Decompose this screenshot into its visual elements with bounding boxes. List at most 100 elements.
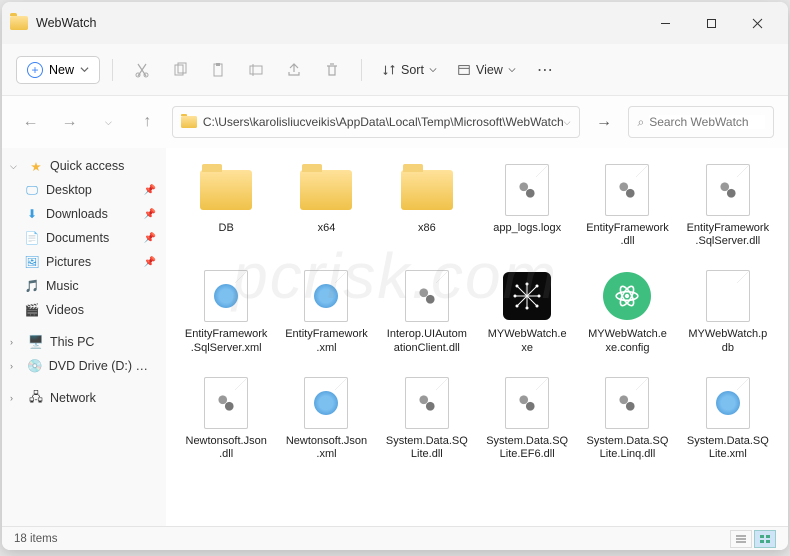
folder-icon: 🎬 [24,302,40,318]
sidebar-item-documents[interactable]: 📄Documents📌 [4,226,164,250]
file-item[interactable]: Newtonsoft.Json.xml [280,371,372,465]
folder-item[interactable]: x64 [280,158,372,252]
file-item[interactable]: EntityFramework.SqlServer.xml [180,264,272,358]
view-icon [457,63,471,77]
cut-button[interactable] [125,53,159,87]
folder-icon [398,162,456,218]
rename-button[interactable] [239,53,273,87]
file-item[interactable]: EntityFramework.SqlServer.dll [682,158,774,252]
folder-icon [181,116,197,128]
folder-item[interactable]: DB [180,158,272,252]
pc-icon: 🖥️ [28,334,44,350]
file-label: MYWebWatch.exe [485,328,569,354]
new-button[interactable]: + New [16,56,100,84]
separator [361,59,362,81]
file-label: Newtonsoft.Json.xml [284,435,368,461]
folder-icon: ⬇ [24,206,40,222]
file-pane[interactable]: DB x64 x86 app_logs.logx EntityFramework.dll… [166,148,788,526]
sidebar-this-pc[interactable]: › 🖥️ This PC [4,330,164,354]
sort-button[interactable]: Sort [374,58,445,82]
network-icon: 🖧 [28,390,44,406]
sidebar-quick-access[interactable]: ⌵ ★ Quick access [4,154,164,178]
file-item[interactable]: EntityFramework.xml [280,264,372,358]
sidebar-item-label: Desktop [46,183,92,197]
back-button[interactable]: ← [16,107,45,137]
file-label: Interop.UIAutomationClient.dll [385,328,469,354]
file-item[interactable]: Newtonsoft.Json.dll [180,371,272,465]
pin-icon: 📌 [144,233,156,244]
titlebar: WebWatch [2,2,788,44]
dvd-label: DVD Drive (D:) CCCC [49,359,156,373]
body: ⌵ ★ Quick access 🖵Desktop📌⬇Downloads📌📄Do… [2,148,788,526]
file-item[interactable]: MYWebWatch.exe.config [581,264,673,358]
paste-button[interactable] [201,53,235,87]
file-label: MYWebWatch.pdb [686,328,770,354]
file-label: System.Data.SQLite.dll [385,435,469,461]
sidebar-item-videos[interactable]: 🎬Videos [4,298,164,322]
gear-icon [398,375,456,431]
share-button[interactable] [277,53,311,87]
file-grid: DB x64 x86 app_logs.logx EntityFramework.dll… [180,158,774,465]
sidebar-item-desktop[interactable]: 🖵Desktop📌 [4,178,164,202]
file-label: System.Data.SQLite.EF6.dll [485,435,569,461]
folder-icon: 📄 [24,230,40,246]
chevron-down-icon[interactable]: ⌵ [94,107,123,137]
file-item[interactable]: Interop.UIAutomationClient.dll [381,264,473,358]
gear-icon [197,375,255,431]
sidebar-network[interactable]: › 🖧 Network [4,386,164,410]
pin-icon: 📌 [144,209,156,220]
copy-button[interactable] [163,53,197,87]
gear-icon [598,162,656,218]
sidebar: ⌵ ★ Quick access 🖵Desktop📌⬇Downloads📌📄Do… [2,148,166,526]
this-pc-label: This PC [50,335,94,349]
gear-icon [699,162,757,218]
sidebar-item-music[interactable]: 🎵Music [4,274,164,298]
folder-item[interactable]: x86 [381,158,473,252]
xml-icon [699,375,757,431]
blank-icon [699,268,757,324]
refresh-button[interactable]: → [590,107,619,137]
new-label: New [49,63,74,77]
folder-icon: 🖼 [24,254,40,270]
chevron-down-icon: ⌵ [10,161,20,172]
sidebar-item-label: Pictures [46,255,91,269]
minimize-button[interactable] [642,7,688,39]
up-button[interactable]: ↑ [133,107,162,137]
file-label: app_logs.logx [493,222,561,235]
file-item[interactable]: MYWebWatch.exe [481,264,573,358]
explorer-window: pcrisk.com WebWatch + New Sort View [2,2,788,550]
sidebar-item-label: Downloads [46,207,108,221]
file-label: MYWebWatch.exe.config [585,328,669,354]
details-view-button[interactable] [730,530,752,548]
delete-button[interactable] [315,53,349,87]
sidebar-dvd[interactable]: › 💿 DVD Drive (D:) CCCC [4,354,164,378]
file-label: EntityFramework.SqlServer.xml [184,328,268,354]
view-button[interactable]: View [449,58,524,82]
search-box[interactable]: ⌕ [628,106,774,138]
toolbar: + New Sort View ⋯ [2,44,788,96]
close-button[interactable] [734,7,780,39]
file-label: EntityFramework.SqlServer.dll [686,222,770,248]
file-label: DB [219,222,234,235]
maximize-button[interactable] [688,7,734,39]
sidebar-item-pictures[interactable]: 🖼Pictures📌 [4,250,164,274]
view-label: View [476,63,503,77]
file-item[interactable]: System.Data.SQLite.EF6.dll [481,371,573,465]
file-item[interactable]: System.Data.SQLite.dll [381,371,473,465]
icons-view-button[interactable] [754,530,776,548]
file-item[interactable]: System.Data.SQLite.Linq.dll [581,371,673,465]
search-input[interactable] [649,115,765,129]
forward-button[interactable]: → [55,107,84,137]
file-item[interactable]: EntityFramework.dll [581,158,673,252]
exe-green-icon [598,268,656,324]
xml-icon [297,375,355,431]
file-item[interactable]: app_logs.logx [481,158,573,252]
address-bar[interactable]: C:\Users\karolisliucveikis\AppData\Local… [172,106,580,138]
more-button[interactable]: ⋯ [528,53,562,87]
chevron-down-icon [508,66,516,74]
file-item[interactable]: System.Data.SQLite.xml [682,371,774,465]
sidebar-item-downloads[interactable]: ⬇ Downloads 📌 [4,202,164,226]
file-item[interactable]: MYWebWatch.pdb [682,264,774,358]
file-label: x64 [318,222,336,235]
chevron-down-icon [429,66,437,74]
